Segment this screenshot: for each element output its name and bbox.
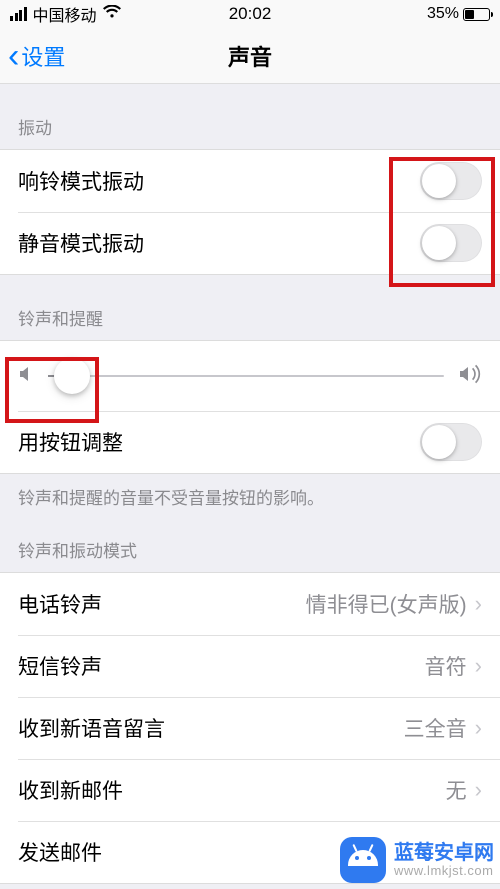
volume-high-icon: [458, 364, 482, 389]
row-label: 用按钮调整: [18, 427, 123, 457]
back-button[interactable]: ‹ 设置: [8, 39, 65, 73]
row-label: 收到新邮件: [18, 775, 123, 805]
toggle-vibrate-on-silent[interactable]: [420, 224, 482, 262]
status-right: 35%: [427, 5, 490, 23]
row-label: 短信铃声: [18, 651, 102, 681]
carrier-label: 中国移动: [33, 2, 97, 26]
ringtone-alert-group: 用按钮调整: [0, 340, 500, 474]
row-ringtone[interactable]: 电话铃声 情非得已(女声版) ›: [0, 573, 500, 635]
row-value: 音符 ›: [425, 651, 482, 681]
section-header-ringtone-alert: 铃声和提醒: [0, 275, 500, 340]
battery-percentage: 35%: [427, 5, 459, 23]
row-label: 响铃模式振动: [18, 166, 144, 196]
toggle-button-adjust[interactable]: [420, 423, 482, 461]
row-label: 静音模式振动: [18, 228, 144, 258]
row-text-tone[interactable]: 短信铃声 音符 ›: [0, 635, 500, 697]
row-vibrate-on-silent[interactable]: 静音模式振动: [0, 212, 500, 274]
nav-bar: ‹ 设置 声音: [0, 28, 500, 84]
signal-bars-icon: [10, 7, 27, 21]
battery-icon: [463, 8, 490, 21]
volume-low-icon: [18, 364, 34, 389]
row-label: 发送邮件: [18, 837, 102, 867]
toggle-vibrate-on-ring[interactable]: [420, 162, 482, 200]
watermark-title: 蓝莓安卓网: [394, 842, 494, 864]
chevron-right-icon: ›: [475, 715, 482, 741]
row-value: 情非得已(女声版) ›: [306, 589, 482, 619]
chevron-right-icon: ›: [475, 777, 482, 803]
status-left: 中国移动: [10, 2, 121, 26]
section-header-pattern: 铃声和振动模式: [0, 519, 500, 572]
row-label: 收到新语音留言: [18, 713, 165, 743]
row-new-mail[interactable]: 收到新邮件 无 ›: [0, 759, 500, 821]
slider-thumb[interactable]: [54, 358, 90, 394]
row-vibrate-on-ring[interactable]: 响铃模式振动: [0, 150, 500, 212]
row-label: 电话铃声: [18, 589, 102, 619]
volume-slider-row: [0, 341, 500, 411]
row-voicemail[interactable]: 收到新语音留言 三全音 ›: [0, 697, 500, 759]
page-title: 声音: [228, 40, 272, 72]
section-header-vibration: 振动: [0, 84, 500, 149]
volume-slider[interactable]: [48, 375, 444, 377]
status-time: 20:02: [229, 4, 272, 24]
vibration-group: 响铃模式振动 静音模式振动: [0, 149, 500, 275]
back-label: 设置: [21, 40, 65, 72]
status-bar: 中国移动 20:02 35%: [0, 0, 500, 28]
chevron-left-icon: ‹: [8, 39, 19, 73]
footer-note: 铃声和提醒的音量不受音量按钮的影响。: [0, 474, 500, 519]
row-value: 无 ›: [446, 775, 482, 805]
watermark-url: www.lmkjst.com: [394, 864, 494, 878]
row-button-adjust[interactable]: 用按钮调整: [0, 411, 500, 473]
watermark-text: 蓝莓安卓网 www.lmkjst.com: [394, 842, 494, 878]
watermark: 蓝莓安卓网 www.lmkjst.com: [340, 837, 494, 883]
chevron-right-icon: ›: [475, 591, 482, 617]
wifi-icon: [103, 5, 121, 24]
row-value: 三全音 ›: [404, 713, 482, 743]
watermark-icon: [340, 837, 386, 883]
chevron-right-icon: ›: [475, 653, 482, 679]
